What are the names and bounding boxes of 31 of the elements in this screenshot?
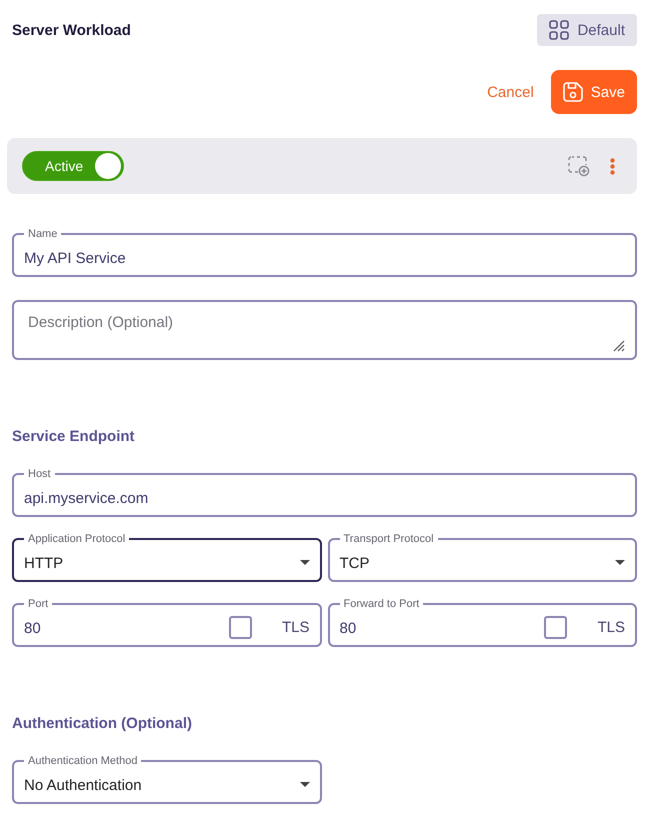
- checkbox[interactable]: [228, 616, 252, 639]
- resize-handle-icon[interactable]: [613, 340, 625, 352]
- view-button[interactable]: Default: [537, 14, 637, 46]
- status-toggle[interactable]: Active: [22, 151, 124, 181]
- grid-icon: [549, 20, 570, 40]
- page-title: Server Workload: [12, 22, 131, 38]
- dropdown-caret-icon: [300, 560, 310, 565]
- select-field[interactable]: Application Protocol HTTP: [12, 533, 322, 582]
- text-field[interactable]: Host api.myservice.com: [12, 468, 637, 517]
- field-label: Name: [27, 228, 58, 240]
- section-heading: Authentication (Optional): [12, 715, 193, 732]
- select-field[interactable]: Transport Protocol TCP: [328, 533, 637, 582]
- field-label: Port: [27, 598, 50, 610]
- field-label: Authentication Method: [27, 755, 138, 767]
- checkbox-label[interactable]: TLS: [282, 619, 310, 636]
- dropdown-caret-icon: [300, 782, 310, 787]
- checkbox[interactable]: [544, 616, 568, 639]
- field-label: Application Protocol: [27, 533, 126, 545]
- section-heading: Service Endpoint: [12, 428, 136, 445]
- port-field[interactable]: Forward to Port 80 TLS: [328, 598, 637, 647]
- text-field[interactable]: Name My API Service: [12, 228, 637, 277]
- more-options-icon[interactable]: [610, 158, 615, 174]
- field-label: Forward to Port: [342, 598, 420, 610]
- field-label: Host: [27, 468, 52, 480]
- select-field[interactable]: Authentication Method No Authentication: [12, 755, 322, 804]
- dropdown-caret-icon: [615, 560, 625, 565]
- description-field[interactable]: Description (Optional): [12, 300, 637, 360]
- field-label: Transport Protocol: [342, 533, 435, 545]
- checkbox-label[interactable]: TLS: [597, 619, 625, 636]
- dashed-square-plus-icon[interactable]: [568, 156, 590, 176]
- port-field[interactable]: Port 80 TLS: [12, 598, 322, 647]
